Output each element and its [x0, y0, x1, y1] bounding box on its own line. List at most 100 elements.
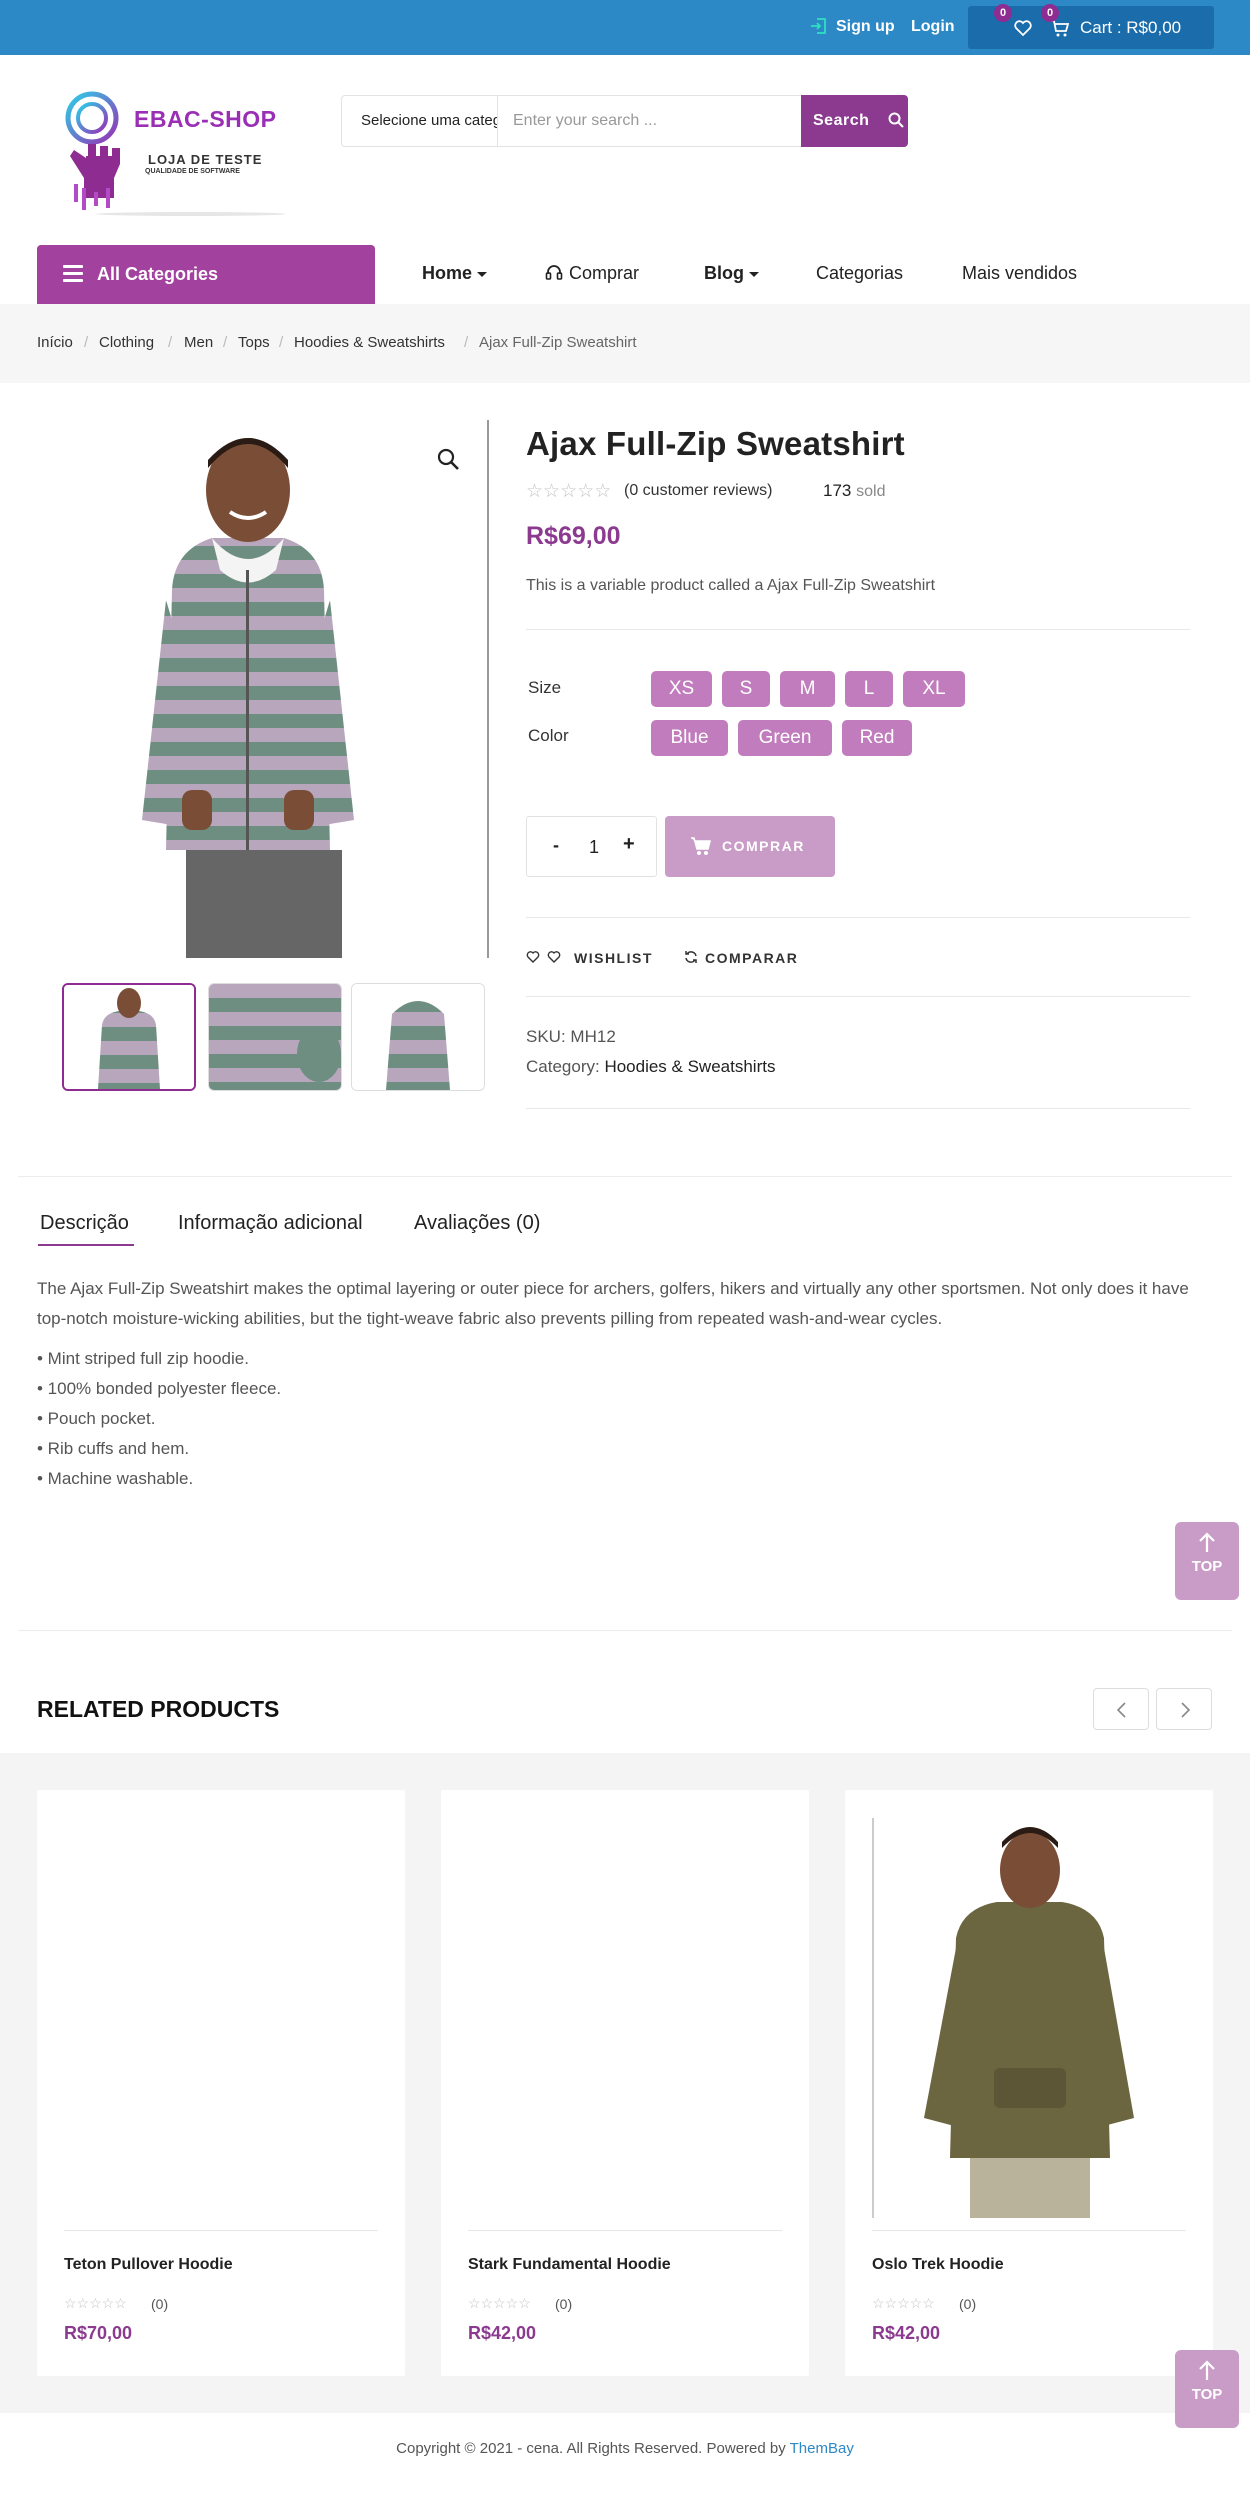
breadcrumb-inicio[interactable]: Início	[37, 334, 73, 351]
breadcrumb-hoodies[interactable]: Hoodies & Sweatshirts	[294, 334, 445, 351]
zoom-icon[interactable]	[436, 447, 460, 471]
cart-icon	[691, 837, 712, 855]
related-prev-button[interactable]	[1093, 1688, 1149, 1730]
review-count: (0)	[959, 2296, 977, 2312]
size-s-swatch[interactable]: S	[722, 671, 770, 707]
nav-home[interactable]: Home	[422, 263, 488, 284]
logo-shadow	[96, 212, 286, 216]
description-bullet: • 100% bonded polyester fleece.	[37, 1379, 282, 1398]
tab-active-indicator	[38, 1244, 134, 1246]
breadcrumb-men[interactable]: Men	[184, 334, 213, 351]
chevron-right-icon	[1181, 1702, 1191, 1718]
divider	[872, 2230, 1186, 2231]
product-card-name[interactable]: Oslo Trek Hoodie	[872, 2256, 1004, 2274]
size-l-swatch[interactable]: L	[845, 671, 893, 707]
heart-icon	[526, 951, 540, 963]
quantity-increase-button[interactable]: +	[623, 833, 635, 856]
product-short-description: This is a variable product called a Ajax…	[526, 577, 936, 594]
chevron-down-icon	[749, 271, 759, 277]
product-thumbnail-3[interactable]	[351, 983, 485, 1091]
wishlist-button[interactable]: WISHLIST	[526, 950, 653, 966]
breadcrumb-clothing[interactable]: Clothing	[99, 334, 154, 351]
product-card-price: R$42,00	[468, 2323, 537, 2343]
headset-icon	[545, 265, 563, 280]
logo-title: EBAC-SHOP	[134, 106, 277, 132]
add-to-cart-button[interactable]: COMPRAR	[665, 816, 835, 877]
breadcrumb-tops[interactable]: Tops	[238, 334, 270, 351]
cart-total-label: Cart : R$0,00	[1080, 18, 1182, 37]
all-categories-button[interactable]: All Categories	[37, 245, 375, 304]
product-card-image[interactable]	[64, 1818, 378, 2218]
nav-home-label: Home	[422, 263, 473, 283]
logo-hand-icon	[65, 91, 120, 210]
product-card-name[interactable]: Teton Pullover Hoodie	[64, 2256, 233, 2274]
related-next-button[interactable]	[1156, 1688, 1212, 1730]
compare-label: COMPARAR	[705, 950, 799, 966]
thumbnail-image	[352, 984, 484, 1090]
nav-blog[interactable]: Blog	[704, 263, 759, 284]
product-main-image[interactable]	[62, 420, 488, 958]
tab-avaliacoes[interactable]: Avaliações (0)	[414, 1212, 540, 1235]
product-card[interactable]: Stark Fundamental Hoodie ☆☆☆☆☆ (0) R$42,…	[441, 1790, 809, 2376]
breadcrumb-separator: /	[84, 334, 89, 351]
nav-mais-vendidos[interactable]: Mais vendidos	[962, 263, 1077, 284]
back-to-top-button[interactable]: TOP	[1175, 2350, 1239, 2428]
section-divider	[18, 1176, 1232, 1177]
description-bullet: • Mint striped full zip hoodie.	[37, 1349, 249, 1368]
breadcrumb: Início / Clothing / Men / Tops / Hoodies…	[0, 304, 1250, 383]
color-green-swatch[interactable]: Green	[738, 720, 832, 756]
logo-tagline: QUALIDADE DE SOFTWARE	[145, 168, 240, 175]
breadcrumb-separator: /	[168, 334, 173, 351]
product-description: The Ajax Full-Zip Sweatshirt makes the o…	[37, 1279, 1189, 1328]
heart-icon[interactable]	[1013, 18, 1033, 38]
search-button[interactable]: Search	[801, 95, 908, 147]
product-card-image[interactable]	[872, 1818, 1186, 2218]
back-to-top-button[interactable]: TOP	[1175, 1522, 1239, 1600]
category-link[interactable]: Hoodies & Sweatshirts	[604, 1057, 775, 1076]
search-category-select[interactable]: Selecione uma categoria	[342, 96, 498, 146]
arrow-up-icon	[1199, 1532, 1215, 1552]
product-card-name[interactable]: Stark Fundamental Hoodie	[468, 2256, 671, 2274]
size-xl-swatch[interactable]: XL	[903, 671, 965, 707]
divider	[526, 1108, 1190, 1109]
size-m-swatch[interactable]: M	[780, 671, 835, 707]
sold-count: 173	[823, 481, 852, 500]
review-count: (0)	[151, 2296, 169, 2312]
cart-box[interactable]: 0 0 Cart : R$0,00	[968, 4, 1214, 49]
size-xs-swatch[interactable]: XS	[651, 671, 712, 707]
signup-link[interactable]: Sign up	[811, 18, 895, 36]
product-card[interactable]: Teton Pullover Hoodie ☆☆☆☆☆ (0) R$70,00	[37, 1790, 405, 2376]
star-icon: ☆	[560, 481, 578, 502]
add-to-cart-label: COMPRAR	[722, 838, 805, 854]
description-bullet: • Machine washable.	[37, 1469, 194, 1488]
compare-button[interactable]: COMPARAR	[685, 950, 799, 966]
thumbnail-image	[209, 984, 341, 1090]
site-logo[interactable]: EBAC-SHOP LOJA DE TESTE QUALIDADE DE SOF…	[56, 88, 286, 218]
customer-reviews-link[interactable]: (0 customer reviews)	[624, 482, 772, 500]
product-card[interactable]: Oslo Trek Hoodie ☆☆☆☆☆ (0) R$42,00	[845, 1790, 1213, 2376]
color-blue-swatch[interactable]: Blue	[651, 720, 728, 756]
sku-label: SKU:	[526, 1027, 566, 1046]
section-divider	[18, 1630, 1232, 1631]
tab-informacao-adicional[interactable]: Informação adicional	[178, 1212, 363, 1235]
nav-categorias[interactable]: Categorias	[816, 263, 903, 284]
login-link[interactable]: Login	[911, 18, 955, 36]
sku-value: MH12	[570, 1027, 616, 1046]
product-thumbnail-2[interactable]	[208, 983, 342, 1091]
quantity-decrease-button[interactable]: -	[553, 835, 559, 856]
product-card-image[interactable]	[468, 1818, 782, 2218]
product-thumbnail-1[interactable]	[62, 983, 196, 1091]
search-input[interactable]	[499, 96, 799, 146]
sold-label: sold	[856, 483, 886, 500]
breadcrumb-separator: /	[223, 334, 228, 351]
menu-icon	[63, 265, 83, 283]
color-red-swatch[interactable]: Red	[842, 720, 912, 756]
nav-comprar[interactable]: Comprar	[545, 263, 639, 284]
related-products-title: RELATED PRODUCTS	[37, 1696, 280, 1722]
quantity-input[interactable]: 1	[589, 837, 599, 858]
rating-stars: ☆☆☆☆☆	[468, 2295, 531, 2311]
chevron-left-icon	[1116, 1702, 1126, 1718]
footer-brand-link[interactable]: ThemBay	[790, 2440, 854, 2457]
description-bullet: • Rib cuffs and hem.	[37, 1439, 190, 1458]
tab-descricao[interactable]: Descrição	[40, 1212, 129, 1235]
